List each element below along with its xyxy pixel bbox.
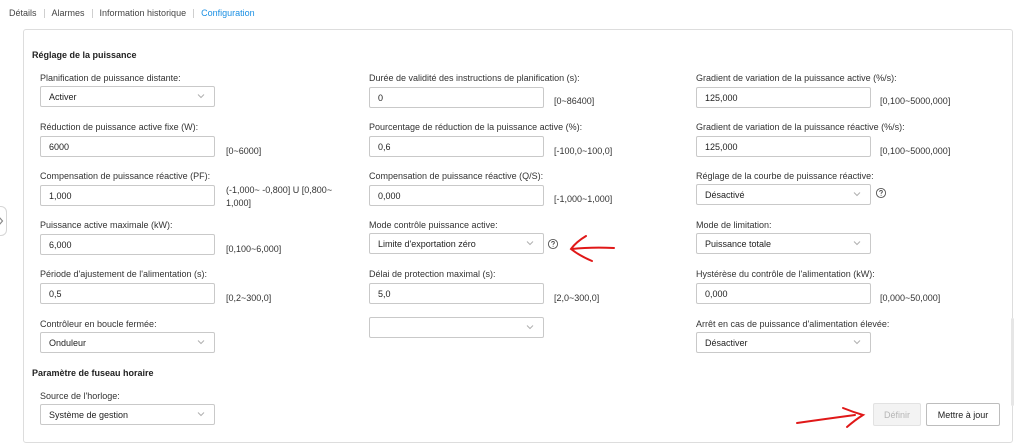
active-control-mode-label: Mode contrôle puissance active: xyxy=(369,220,498,230)
define-button[interactable]: Définir xyxy=(873,403,921,426)
active-control-mode-value: Limite d'exportation zéro xyxy=(378,238,476,249)
supply-hysteresis-range: [0,000~50,000] xyxy=(880,293,941,303)
instruction-validity-range: [0~86400] xyxy=(554,96,595,106)
clock-source-label: Source de l'horloge: xyxy=(40,391,120,401)
max-active-power-range: [0,100~6,000] xyxy=(226,244,282,254)
tab-divider xyxy=(193,8,195,18)
reactive-gradient-label: Gradient de variation de la puissance ré… xyxy=(696,122,905,132)
supply-adjust-period-input[interactable]: 0,5 xyxy=(40,283,215,304)
closed-loop-controller-select[interactable]: Onduleur xyxy=(40,332,215,353)
remote-planning-label: Planification de puissance distante: xyxy=(40,73,181,83)
side-panel-toggle[interactable] xyxy=(0,206,7,236)
update-button[interactable]: Mettre à jour xyxy=(926,403,1000,426)
tab-alarms[interactable]: Alarmes xyxy=(52,8,85,18)
scrollbar[interactable] xyxy=(1011,318,1014,406)
tab-history[interactable]: Information historique xyxy=(100,8,187,18)
reactive-pf-range-line2: 1,000] xyxy=(226,198,252,208)
reactive-curve-value: Désactivé xyxy=(705,189,745,200)
active-reduction-pct-label: Pourcentage de réduction de la puissance… xyxy=(369,122,583,132)
reactive-curve-label: Réglage de la courbe de puissance réacti… xyxy=(696,171,874,181)
supply-adjust-period-range: [0,2~300,0] xyxy=(226,293,272,303)
reactive-gradient-range: [0,100~5000,000] xyxy=(880,146,951,156)
active-gradient-range: [0,100~5000,000] xyxy=(880,96,951,106)
instruction-validity-label: Durée de validité des instructions de pl… xyxy=(369,73,580,83)
limitation-mode-value: Puissance totale xyxy=(705,238,772,249)
limitation-mode-label: Mode de limitation: xyxy=(696,220,772,230)
remote-planning-value: Activer xyxy=(49,91,77,102)
instruction-validity-input[interactable]: 0 xyxy=(369,87,544,108)
reactive-pf-label: Compensation de puissance réactive (PF): xyxy=(40,171,211,181)
empty-select[interactable] xyxy=(369,317,544,338)
chevron-down-icon xyxy=(526,325,534,330)
active-gradient-input[interactable]: 125,000 xyxy=(696,87,871,108)
max-active-power-label: Puissance active maximale (kW): xyxy=(40,220,173,230)
chevron-down-icon xyxy=(197,412,205,417)
reactive-curve-select[interactable]: Désactivé xyxy=(696,184,871,205)
high-power-stop-value: Désactiver xyxy=(705,337,748,348)
active-control-mode-select[interactable]: Limite d'exportation zéro xyxy=(369,233,544,254)
supply-adjust-period-label: Période d'ajustement de l'alimentation (… xyxy=(40,269,208,279)
tab-configuration[interactable]: Configuration xyxy=(201,8,255,18)
reactive-pf-range-line1: (-1,000~ -0,800] U [0,800~ xyxy=(226,185,333,195)
active-gradient-label: Gradient de variation de la puissance ac… xyxy=(696,73,897,83)
active-reduction-pct-range: [-100,0~100,0] xyxy=(554,146,613,156)
chevron-down-icon xyxy=(197,340,205,345)
max-protection-delay-label: Délai de protection maximal (s): xyxy=(369,269,496,279)
reactive-qs-label: Compensation de puissance réactive (Q/S)… xyxy=(369,171,544,181)
active-reduction-pct-input[interactable]: 0,6 xyxy=(369,136,544,157)
tab-divider xyxy=(91,8,93,18)
fixed-active-reduction-range: [0~6000] xyxy=(226,146,262,156)
remote-planning-select[interactable]: Activer xyxy=(40,86,215,107)
chevron-right-icon xyxy=(0,217,4,225)
configuration-panel: Réglage de la puissance Planification de… xyxy=(23,29,1013,443)
closed-loop-controller-label: Contrôleur en boucle fermée: xyxy=(40,319,157,329)
tab-bar: Détails Alarmes Information historique C… xyxy=(9,6,255,20)
fixed-active-reduction-input[interactable]: 6000 xyxy=(40,136,215,157)
max-protection-delay-range: [2,0~300,0] xyxy=(554,293,600,303)
clock-source-select[interactable]: Système de gestion xyxy=(40,404,215,425)
chevron-down-icon xyxy=(853,340,861,345)
high-power-stop-select[interactable]: Désactiver xyxy=(696,332,871,353)
max-protection-delay-input[interactable]: 5,0 xyxy=(369,283,544,304)
limitation-mode-select[interactable]: Puissance totale xyxy=(696,233,871,254)
high-power-stop-label: Arrêt en cas de puissance d'alimentation… xyxy=(696,319,890,329)
tab-divider xyxy=(43,8,45,18)
help-circle-icon[interactable] xyxy=(547,238,559,250)
reactive-qs-range: [-1,000~1,000] xyxy=(554,194,613,204)
closed-loop-controller-value: Onduleur xyxy=(49,337,87,348)
clock-source-value: Système de gestion xyxy=(49,409,129,420)
chevron-down-icon xyxy=(526,241,534,246)
help-circle-icon[interactable] xyxy=(875,187,887,199)
section-title-power: Réglage de la puissance xyxy=(32,50,137,60)
reactive-qs-input[interactable]: 0,000 xyxy=(369,185,544,206)
chevron-down-icon xyxy=(853,192,861,197)
reactive-pf-input[interactable]: 1,000 xyxy=(40,185,215,206)
chevron-down-icon xyxy=(197,94,205,99)
supply-hysteresis-label: Hystérèse du contrôle de l'alimentation … xyxy=(696,269,875,279)
fixed-active-reduction-label: Réduction de puissance active fixe (W): xyxy=(40,122,199,132)
chevron-down-icon xyxy=(853,241,861,246)
reactive-gradient-input[interactable]: 125,000 xyxy=(696,136,871,157)
max-active-power-input[interactable]: 6,000 xyxy=(40,234,215,255)
supply-hysteresis-input[interactable]: 0,000 xyxy=(696,283,871,304)
section-title-timezone: Paramètre de fuseau horaire xyxy=(32,368,154,378)
tab-details[interactable]: Détails xyxy=(9,8,37,18)
